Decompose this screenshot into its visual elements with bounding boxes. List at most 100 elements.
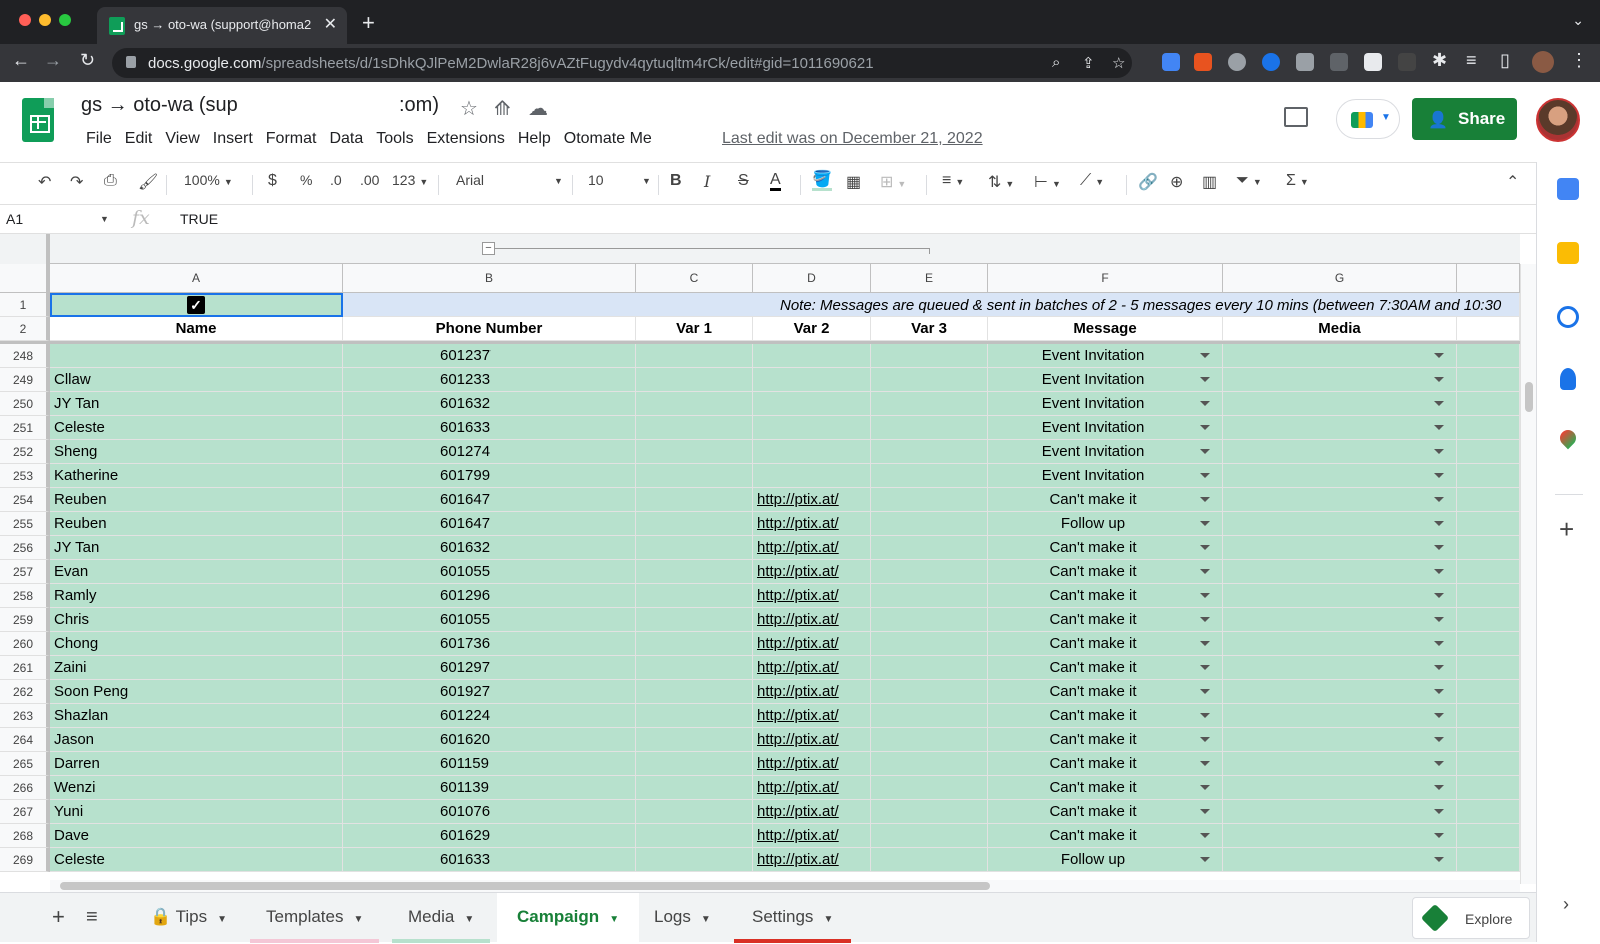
- cell-media[interactable]: [1223, 776, 1457, 800]
- dropdown-arrow-icon[interactable]: [1200, 521, 1210, 526]
- percent-format-button[interactable]: %: [300, 172, 312, 188]
- cell-h[interactable]: [1457, 848, 1520, 872]
- cell-h[interactable]: [1457, 800, 1520, 824]
- tab-search-icon[interactable]: ⌄: [1572, 12, 1584, 29]
- dropdown-arrow-icon[interactable]: [1200, 617, 1210, 622]
- vertical-align-icon[interactable]: ⇅ ▼: [988, 172, 1014, 192]
- cell-message[interactable]: Can't make it: [988, 776, 1223, 800]
- cell-h[interactable]: [1457, 704, 1520, 728]
- row-header[interactable]: 249: [0, 368, 50, 392]
- header-message[interactable]: Message: [988, 317, 1223, 341]
- menu-extensions[interactable]: Extensions: [421, 128, 511, 150]
- cell-media[interactable]: [1223, 536, 1457, 560]
- menu-view[interactable]: View: [159, 128, 205, 150]
- menu-edit[interactable]: Edit: [119, 128, 159, 150]
- cell-var1[interactable]: [636, 488, 753, 512]
- cell-var2[interactable]: http://ptix.at/: [753, 704, 871, 728]
- cell-media[interactable]: [1223, 464, 1457, 488]
- cell-var3[interactable]: [871, 680, 988, 704]
- redo-icon[interactable]: ↷: [70, 172, 83, 192]
- dropdown-arrow-icon[interactable]: [1434, 545, 1444, 550]
- reload-icon[interactable]: ↻: [80, 50, 95, 71]
- cell-h[interactable]: [1457, 680, 1520, 704]
- cell-message[interactable]: Can't make it: [988, 800, 1223, 824]
- dropdown-arrow-icon[interactable]: [1434, 809, 1444, 814]
- cell-phone[interactable]: 601055: [343, 560, 636, 584]
- dropdown-arrow-icon[interactable]: [1434, 473, 1444, 478]
- cell-var1[interactable]: [636, 416, 753, 440]
- dropdown-arrow-icon[interactable]: [1200, 353, 1210, 358]
- minimize-window-button[interactable]: [39, 14, 51, 26]
- cell-var2[interactable]: http://ptix.at/: [753, 728, 871, 752]
- sheets-logo-icon[interactable]: [22, 98, 54, 142]
- cell-h2[interactable]: [1457, 317, 1520, 341]
- tab-settings[interactable]: Settings ▼: [734, 893, 852, 943]
- cell-message[interactable]: Follow up: [988, 512, 1223, 536]
- cell-name[interactable]: Dave: [50, 824, 343, 848]
- tab-logs[interactable]: Logs ▼: [638, 893, 727, 943]
- cell-message[interactable]: Can't make it: [988, 536, 1223, 560]
- cell-media[interactable]: [1223, 344, 1457, 368]
- cell-var1[interactable]: [636, 368, 753, 392]
- filter-icon[interactable]: ⏷ ▼: [1236, 172, 1262, 190]
- cell-h[interactable]: [1457, 488, 1520, 512]
- cell-name[interactable]: Katherine: [50, 464, 343, 488]
- cell-phone[interactable]: 601647: [343, 512, 636, 536]
- account-avatar[interactable]: [1536, 98, 1580, 142]
- decrease-decimal-button[interactable]: .0: [330, 172, 342, 188]
- cell-phone[interactable]: 60123773716: [343, 344, 636, 368]
- cell-var3[interactable]: [871, 584, 988, 608]
- cell-media[interactable]: [1223, 512, 1457, 536]
- font-select[interactable]: Arial ▼: [456, 172, 563, 188]
- cell-var3[interactable]: [871, 440, 988, 464]
- cell-var2[interactable]: http://ptix.at/: [753, 776, 871, 800]
- cell-phone[interactable]: 601055: [343, 608, 636, 632]
- cloud-saved-icon[interactable]: ☁: [528, 96, 548, 121]
- collapse-group-button[interactable]: −: [482, 242, 495, 255]
- dropdown-arrow-icon[interactable]: [1200, 785, 1210, 790]
- row-header-1[interactable]: 1: [0, 293, 50, 317]
- text-rotation-icon[interactable]: ⟋ ▼: [1080, 172, 1104, 190]
- extension-icon[interactable]: [1162, 53, 1180, 71]
- cell-name[interactable]: Celeste: [50, 416, 343, 440]
- bold-button[interactable]: B: [670, 172, 682, 190]
- cell-var1[interactable]: [636, 752, 753, 776]
- dropdown-arrow-icon[interactable]: [1434, 521, 1444, 526]
- cell-var2[interactable]: http://ptix.at/: [753, 512, 871, 536]
- merge-cells-icon[interactable]: ⊞ ▼: [880, 172, 906, 192]
- share-page-icon[interactable]: ⇪: [1082, 54, 1095, 72]
- cell-media[interactable]: [1223, 632, 1457, 656]
- column-header-g[interactable]: G: [1223, 264, 1457, 293]
- document-title[interactable]: gs → oto-wa (sup: [81, 94, 238, 117]
- dropdown-arrow-icon[interactable]: [1434, 641, 1444, 646]
- dropdown-arrow-icon[interactable]: [1434, 377, 1444, 382]
- cell-var2[interactable]: [753, 440, 871, 464]
- cell-var3[interactable]: [871, 824, 988, 848]
- cell-phone[interactable]: 601620: [343, 728, 636, 752]
- row-header-2[interactable]: 2: [0, 317, 50, 341]
- cell-message[interactable]: Event Invitation: [988, 392, 1223, 416]
- dropdown-arrow-icon[interactable]: [1200, 545, 1210, 550]
- cell-h[interactable]: [1457, 392, 1520, 416]
- font-size-select[interactable]: 10 ▼: [588, 172, 651, 188]
- cell-var3[interactable]: [871, 848, 988, 872]
- dropdown-arrow-icon[interactable]: [1200, 497, 1210, 502]
- cell-h[interactable]: [1457, 416, 1520, 440]
- share-button[interactable]: 👤 Share: [1412, 98, 1517, 140]
- tab-media[interactable]: Media ▼: [392, 893, 491, 943]
- dropdown-arrow-icon[interactable]: [1434, 569, 1444, 574]
- column-header-h[interactable]: [1457, 264, 1520, 293]
- cell-var3[interactable]: [871, 776, 988, 800]
- ublock-icon[interactable]: [1194, 53, 1212, 71]
- menu-data[interactable]: Data: [323, 128, 369, 150]
- cell-var3[interactable]: [871, 368, 988, 392]
- cell-name[interactable]: JY Tan: [50, 536, 343, 560]
- dropdown-arrow-icon[interactable]: [1434, 665, 1444, 670]
- cell-var1[interactable]: [636, 824, 753, 848]
- cell-message[interactable]: Event Invitation: [988, 344, 1223, 368]
- cell-name[interactable]: Zaini: [50, 656, 343, 680]
- cell-var3[interactable]: [871, 752, 988, 776]
- cell-name[interactable]: Sheng: [50, 440, 343, 464]
- tab-templates[interactable]: Templates ▼: [250, 893, 380, 943]
- cell-phone[interactable]: 601927: [343, 680, 636, 704]
